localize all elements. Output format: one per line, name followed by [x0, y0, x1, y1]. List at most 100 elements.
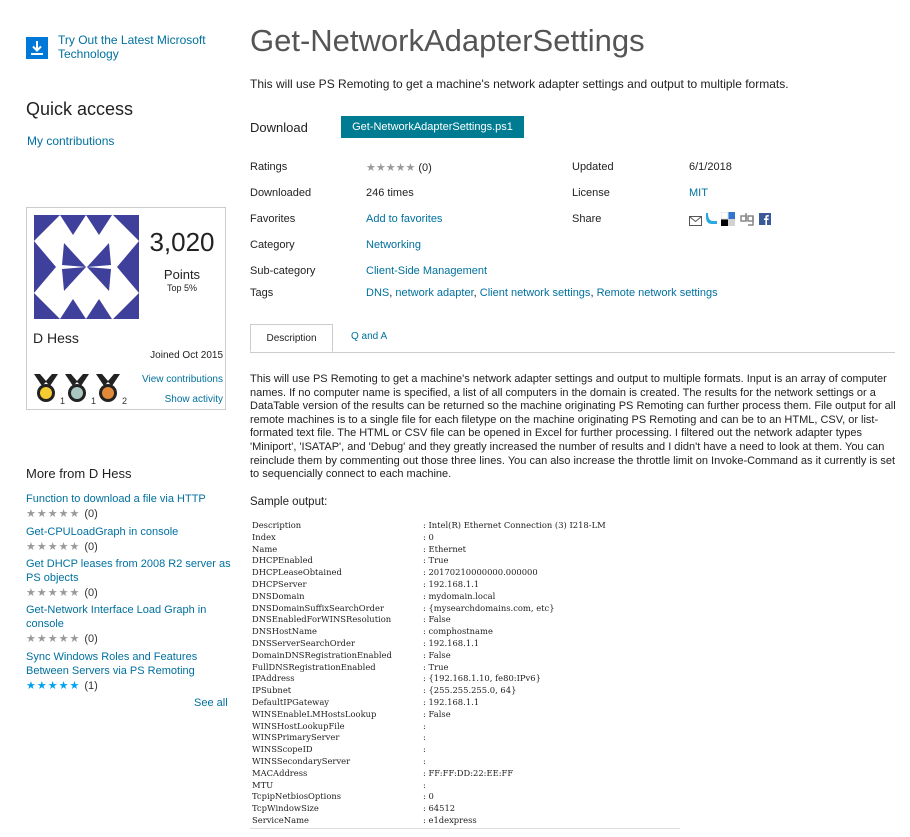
- tag-link[interactable]: network adapter: [395, 287, 473, 299]
- code-key: TcpipNetbiosOptions: [252, 791, 342, 802]
- page-subtitle: This will use PS Remoting to get a machi…: [250, 77, 789, 91]
- code-value: : comphostname: [423, 626, 493, 637]
- star-rating: ★★★★★ (1): [26, 680, 98, 692]
- code-key: IPSubnet: [252, 685, 292, 696]
- download-label: Download: [250, 120, 308, 135]
- code-key: WINSEnableLMHostsLookup: [252, 708, 377, 719]
- code-value: : {mysearchdomains.com, etc}: [423, 602, 555, 613]
- list-item: Sync Windows Roles and Features Between …: [26, 650, 231, 693]
- tag-link[interactable]: DNS: [366, 287, 389, 299]
- license-link[interactable]: MIT: [689, 187, 708, 199]
- code-key: DHCPServer: [252, 579, 307, 589]
- updated-value: 6/1/2018: [689, 161, 732, 173]
- code-key: Name: [252, 543, 278, 554]
- code-key: WINSSecondaryServer: [252, 756, 351, 766]
- code-value: :: [423, 720, 426, 731]
- code-key: IPAddress: [252, 673, 295, 684]
- sample-output-code: Description : Intel(R) Ethernet Connectio…: [250, 515, 680, 829]
- more-item-link[interactable]: Get-Network Interface Load Graph in cons…: [26, 603, 231, 631]
- download-button[interactable]: Get-NetworkAdapterSettings.ps1: [341, 116, 524, 138]
- code-value: : 192.168.1.1: [423, 638, 480, 648]
- share-icons: [689, 211, 779, 229]
- code-key: DHCPEnabled: [252, 555, 313, 566]
- code-key: Description: [252, 520, 302, 530]
- my-contributions-link[interactable]: My contributions: [27, 134, 114, 148]
- avatar[interactable]: [34, 215, 139, 319]
- updated-label: Updated: [572, 161, 614, 173]
- digg-icon[interactable]: [740, 212, 754, 229]
- view-contributions-link[interactable]: View contributions: [142, 374, 223, 385]
- star-rating: ★★★★★ (0): [26, 633, 98, 645]
- code-value: : False: [423, 649, 451, 660]
- medals: 1 1 2: [33, 374, 133, 406]
- profile-card: 3,020 Points Top 5% D Hess Joined Oct 20…: [26, 207, 226, 410]
- email-icon[interactable]: [689, 215, 702, 229]
- see-all-link[interactable]: See all: [194, 697, 228, 709]
- ratings-value[interactable]: ★★★★★ (0): [366, 161, 432, 174]
- promo-link[interactable]: Try Out the Latest Microsoft Technology: [58, 33, 228, 61]
- tab-description[interactable]: Description: [250, 324, 333, 352]
- promo-banner[interactable]: Try Out the Latest Microsoft Technology: [26, 33, 226, 63]
- facebook-icon[interactable]: [759, 213, 771, 228]
- code-value: :: [423, 744, 426, 755]
- bronze-medal-count: 2: [122, 396, 128, 406]
- share-label: Share: [572, 213, 602, 225]
- ratings-count: (0): [418, 162, 432, 174]
- star-rating: ★★★★★ (0): [26, 587, 98, 599]
- code-value: :: [423, 779, 426, 790]
- code-value: : 192.168.1.1: [423, 579, 480, 589]
- description-text: This will use PS Remoting to get a machi…: [250, 373, 896, 481]
- code-key: TcpWindowSize: [252, 803, 319, 814]
- code-key: DomainDNSRegistrationEnabled: [252, 649, 392, 660]
- more-item-link[interactable]: Sync Windows Roles and Features Between …: [26, 650, 231, 678]
- tags-list: DNS, network adapter, Client network set…: [366, 287, 718, 299]
- points-value: 3,020: [149, 227, 215, 257]
- category-label: Category: [250, 239, 295, 251]
- more-item-link[interactable]: Function to download a file via HTTP: [26, 492, 231, 506]
- code-value: : False: [423, 614, 451, 625]
- star-rating: ★★★★★ (0): [26, 541, 98, 553]
- tag-link[interactable]: Client network settings: [480, 287, 591, 299]
- code-key: MACAddress: [252, 767, 308, 778]
- code-key: DefaultIPGateway: [252, 697, 330, 707]
- tab-q-and-a[interactable]: Q and A: [351, 324, 387, 352]
- points-rank: Top 5%: [166, 283, 198, 293]
- twitter-icon[interactable]: [706, 212, 718, 229]
- code-value: : False: [423, 708, 451, 719]
- code-key: Index: [252, 531, 276, 542]
- license-label: License: [572, 187, 610, 199]
- sample-output-label: Sample output:: [250, 496, 328, 508]
- tags-label: Tags: [250, 287, 274, 299]
- bronze-medal-icon: [95, 374, 121, 407]
- code-value: : True: [423, 555, 449, 566]
- list-item: Get-CPULoadGraph in console ★★★★★ (0): [26, 525, 231, 554]
- category-link[interactable]: Networking: [366, 239, 421, 251]
- code-key: WINSScopeID: [252, 744, 313, 755]
- add-to-favorites-link[interactable]: Add to favorites: [366, 213, 442, 225]
- star-rating: ★★★★★ (0): [26, 508, 98, 520]
- more-item-link[interactable]: Get DHCP leases from 2008 R2 server as P…: [26, 557, 231, 585]
- download-icon: [26, 37, 48, 59]
- code-value: : Intel(R) Ethernet Connection (3) I218-…: [423, 520, 606, 530]
- show-activity-link[interactable]: Show activity: [165, 394, 223, 405]
- code-key: WINSHostLookupFile: [252, 720, 345, 731]
- code-value: : 0: [423, 791, 434, 802]
- star-rating[interactable]: ★★★★★: [366, 162, 415, 174]
- code-value: : 64512: [423, 803, 456, 814]
- subcategory-link[interactable]: Client-Side Management: [366, 265, 487, 277]
- tag-link[interactable]: Remote network settings: [597, 287, 718, 299]
- code-value: : {192.168.1.10, fe80:IPv6}: [423, 673, 541, 684]
- more-item-link[interactable]: Get-CPULoadGraph in console: [26, 525, 231, 539]
- delicious-icon[interactable]: [720, 211, 735, 229]
- code-key: DHCPLeaseObtained: [252, 567, 342, 578]
- code-value: : e1dexpress: [423, 815, 477, 825]
- code-key: DNSDomainSuffixSearchOrder: [252, 602, 384, 613]
- code-key: DNSHostName: [252, 626, 318, 637]
- code-value: : 20170210000000.000000: [423, 567, 538, 578]
- code-value: : Ethernet: [423, 543, 467, 554]
- downloaded-value: 246 times: [366, 187, 414, 199]
- code-value: : {255.255.255.0, 64}: [423, 685, 517, 696]
- code-value: : 192.168.1.1: [423, 697, 480, 707]
- profile-name: D Hess: [33, 330, 79, 346]
- favorites-label: Favorites: [250, 213, 296, 225]
